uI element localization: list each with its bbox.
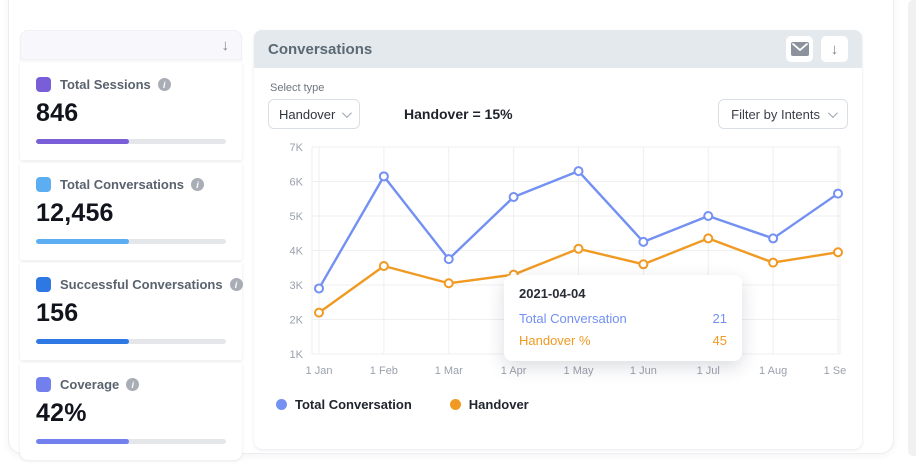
- info-icon[interactable]: i: [158, 78, 171, 91]
- stat-label: Successful Conversations: [60, 277, 223, 292]
- svg-text:7K: 7K: [290, 142, 304, 154]
- svg-text:3K: 3K: [290, 280, 304, 292]
- legend-item-handover[interactable]: Handover: [450, 397, 529, 412]
- svg-text:5K: 5K: [290, 211, 304, 223]
- adjacent-panel-edge: [908, 0, 916, 456]
- download-icon: ↓: [831, 42, 839, 57]
- stat-label: Coverage: [60, 377, 119, 392]
- legend-dot-icon: [450, 399, 461, 410]
- svg-text:1 Mar: 1 Mar: [435, 365, 463, 377]
- legend-dot-icon: [276, 399, 287, 410]
- chart-tooltip: 2021-04-04 Total Conversation 21 Handove…: [504, 275, 742, 361]
- stat-value: 846: [36, 99, 226, 128]
- sidebar-download-icon[interactable]: ↓: [222, 38, 230, 53]
- svg-text:1 Sep: 1 Sep: [824, 365, 846, 377]
- tooltip-label: Total Conversation: [519, 311, 627, 326]
- stat-label: Total Sessions: [60, 77, 151, 92]
- progress-bar: [36, 439, 226, 444]
- tooltip-label: Handover %: [519, 333, 591, 348]
- successful-conversations-swatch-icon: [36, 277, 51, 292]
- email-button[interactable]: [786, 36, 813, 62]
- sidebar-header: ↓: [20, 30, 242, 60]
- tooltip-value: 21: [713, 311, 727, 326]
- intents-filter-select[interactable]: Filter by Intents: [718, 99, 848, 129]
- svg-text:1 Feb: 1 Feb: [370, 365, 398, 377]
- tooltip-row-total-conversation: Total Conversation 21: [519, 311, 727, 326]
- svg-text:1 Jun: 1 Jun: [630, 365, 657, 377]
- chart-legend: Total Conversation Handover: [268, 387, 848, 412]
- download-button[interactable]: ↓: [821, 36, 848, 62]
- email-icon: [791, 42, 809, 56]
- stat-value: 12,456: [36, 199, 226, 228]
- svg-text:1 Jan: 1 Jan: [306, 365, 333, 377]
- svg-text:1K: 1K: [290, 349, 304, 361]
- chevron-down-icon: [828, 108, 838, 118]
- legend-label: Handover: [469, 397, 529, 412]
- conversations-panel: Conversations ↓ Select type: [254, 30, 862, 449]
- total-sessions-swatch-icon: [36, 77, 51, 92]
- tooltip-value: 45: [713, 333, 727, 348]
- legend-label: Total Conversation: [295, 397, 412, 412]
- tooltip-date: 2021-04-04: [519, 286, 727, 301]
- intents-filter-value: Filter by Intents: [731, 107, 820, 122]
- stat-label: Total Conversations: [60, 177, 184, 192]
- coverage-swatch-icon: [36, 377, 51, 392]
- select-type-label: Select type: [270, 82, 848, 94]
- svg-text:1 Aug: 1 Aug: [759, 365, 787, 377]
- svg-text:4K: 4K: [290, 246, 304, 258]
- info-icon[interactable]: i: [191, 178, 204, 191]
- svg-text:6K: 6K: [290, 177, 304, 189]
- stat-card-successful-conversations: Successful Conversations i 156: [20, 263, 242, 360]
- progress-bar: [36, 139, 226, 144]
- panel-title: Conversations: [268, 41, 372, 58]
- stats-sidebar: ↓ Total Sessions i 846 Total Conversatio…: [20, 30, 242, 460]
- info-icon[interactable]: i: [126, 378, 139, 391]
- panel-header: Conversations ↓: [254, 30, 862, 68]
- legend-item-total-conversation[interactable]: Total Conversation: [276, 397, 412, 412]
- handover-summary: Handover = 15%: [404, 106, 513, 122]
- progress-bar: [36, 239, 226, 244]
- stat-card-coverage: Coverage i 42%: [20, 363, 242, 460]
- chevron-down-icon: [342, 108, 352, 118]
- dashboard-page: ↓ Total Sessions i 846 Total Conversatio…: [0, 0, 916, 471]
- stat-card-total-sessions: Total Sessions i 846: [20, 63, 242, 160]
- svg-text:1 May: 1 May: [564, 365, 594, 377]
- type-select[interactable]: Handover: [268, 99, 360, 129]
- stat-card-total-conversations: Total Conversations i 12,456: [20, 163, 242, 260]
- stat-value: 156: [36, 299, 226, 328]
- svg-text:2K: 2K: [290, 315, 304, 327]
- type-select-value: Handover: [279, 107, 335, 122]
- progress-bar: [36, 339, 226, 344]
- total-conversations-swatch-icon: [36, 177, 51, 192]
- svg-text:1 Apr: 1 Apr: [501, 365, 527, 377]
- conversations-chart[interactable]: 7K 6K 5K 4K 3K 2K 1K1 Jan 1 Feb 1 Mar 1 Apr 1 May 1…: [268, 135, 848, 387]
- info-icon[interactable]: i: [230, 278, 243, 291]
- tooltip-row-handover: Handover % 45: [519, 333, 727, 348]
- stat-value: 42%: [36, 399, 226, 428]
- svg-text:1 Jul: 1 Jul: [697, 365, 720, 377]
